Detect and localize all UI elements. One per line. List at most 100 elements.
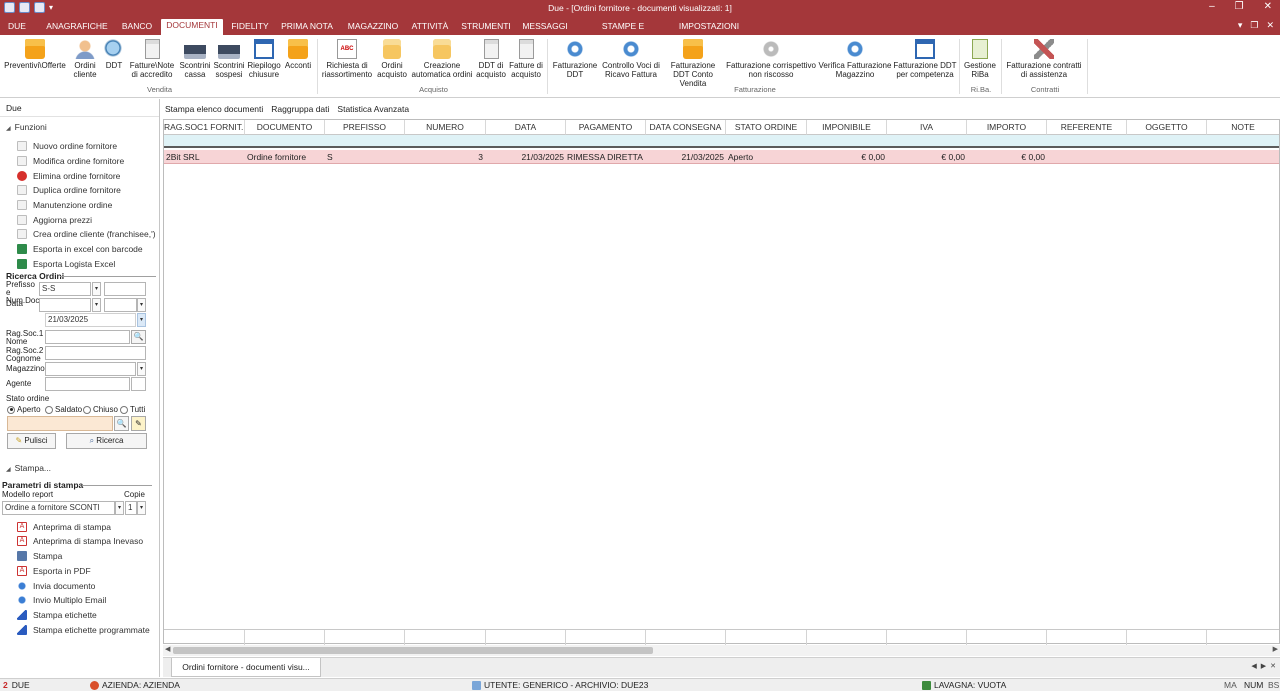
controllo-voci-ricavo-button[interactable]: Controllo Voci di Ricavo Fattura: [600, 39, 662, 79]
stampa-section[interactable]: ◢ Stampa...: [6, 463, 51, 473]
gestione-riba-button[interactable]: Gestione RiBa: [962, 39, 998, 79]
search-icon[interactable]: 🔍: [131, 330, 146, 344]
tab-attivita[interactable]: ATTIVITÀ: [410, 20, 450, 35]
table-row[interactable]: 2Bit SRL Ordine fornitore S 3 21/03/2025…: [164, 150, 1279, 164]
column-header[interactable]: DOCUMENTO: [245, 120, 325, 135]
prefisso-input[interactable]: S-S: [39, 282, 91, 296]
column-header[interactable]: REFERENTE: [1047, 120, 1127, 135]
tab-magazzino[interactable]: MAGAZZINO: [344, 20, 402, 35]
stampa-elenco-documenti-button[interactable]: Stampa elenco documenti: [165, 104, 263, 114]
column-header[interactable]: IVA: [887, 120, 967, 135]
aggiorna-prezzi-link[interactable]: Aggiorna prezzi: [17, 213, 92, 226]
preventivi-offerte-button[interactable]: Preventivi\Offerte: [2, 39, 68, 70]
mdi-restore-icon[interactable]: ❐: [1250, 20, 1258, 31]
column-header[interactable]: PAGAMENTO: [566, 120, 646, 135]
magazzino-dropdown-icon[interactable]: ▾: [137, 362, 146, 376]
column-header[interactable]: RAG.SOC1 FORNIT...: [164, 120, 245, 135]
stampa-link[interactable]: Stampa: [17, 549, 62, 562]
tab-impostazioni[interactable]: IMPOSTAZIONI: [676, 20, 742, 35]
data-from-input[interactable]: [39, 298, 91, 312]
ribbon-minimize-icon[interactable]: ▾: [1238, 20, 1243, 31]
data-to-input[interactable]: [104, 298, 137, 312]
scrollbar-thumb[interactable]: [173, 647, 653, 654]
acconti-button[interactable]: Acconti: [283, 39, 313, 70]
quick-search-input[interactable]: [7, 416, 113, 431]
crea-ordine-cliente-link[interactable]: Crea ordine cliente (franchisee,'): [17, 227, 156, 240]
prefisso-dropdown-icon[interactable]: ▾: [92, 282, 101, 296]
copie-select[interactable]: 1: [125, 501, 137, 515]
fatturazione-ddt-conto-vendita-button[interactable]: Fatturazione DDT Conto Vendita: [662, 39, 724, 88]
agente-code-input[interactable]: [131, 377, 146, 391]
data-value-input[interactable]: 21/03/2025: [45, 313, 136, 327]
stampa-etichette-link[interactable]: Stampa etichette: [17, 608, 97, 621]
anteprima-stampa-inevaso-link[interactable]: A Anteprima di stampa Inevaso: [17, 534, 143, 547]
stato-chiuso-radio[interactable]: Chiuso: [83, 405, 118, 414]
manutenzione-ordine-link[interactable]: Manutenzione ordine: [17, 198, 112, 211]
tab-prima-nota[interactable]: PRIMA NOTA: [281, 20, 333, 35]
riepilogo-chiusure-button[interactable]: Riepilogo chiusure: [246, 39, 282, 79]
richiesta-riassortimento-button[interactable]: ABC Richiesta di riassortimento: [320, 39, 374, 79]
calendar-dropdown-icon[interactable]: ▾: [137, 313, 146, 327]
ragsoc2-input[interactable]: [45, 346, 146, 360]
nuovo-ordine-fornitore-link[interactable]: Nuovo ordine fornitore: [17, 139, 117, 152]
modello-report-select[interactable]: Ordine a fornitore SCONTI: [2, 501, 115, 515]
ddt-button[interactable]: DDT: [102, 39, 126, 70]
funzioni-section[interactable]: ◢ Funzioni: [6, 122, 47, 132]
modifica-ordine-fornitore-link[interactable]: Modifica ordine fornitore: [17, 154, 124, 167]
ricerca-button[interactable]: ⌕ Ricerca: [66, 433, 147, 449]
scroll-right-icon[interactable]: ▶: [1273, 645, 1278, 653]
column-header[interactable]: IMPONIBILE: [807, 120, 887, 135]
fatturazione-ddt-button[interactable]: Fatturazione DDT: [551, 39, 599, 79]
tab-prev-icon[interactable]: ◀: [1251, 662, 1256, 670]
tab-ordini-fornitore[interactable]: Ordini fornitore - documenti visu...: [171, 658, 321, 677]
column-header[interactable]: DATA: [486, 120, 566, 135]
column-header[interactable]: NUMERO: [405, 120, 486, 135]
data-from-dropdown-icon[interactable]: ▾: [92, 298, 101, 312]
collapse-icon[interactable]: ◢: [6, 467, 11, 473]
horizontal-scrollbar[interactable]: ◀ ▶: [163, 645, 1280, 656]
invio-multiplo-email-link[interactable]: Invio Multiplo Email: [17, 593, 106, 606]
tab-due[interactable]: DUE: [4, 20, 30, 35]
tab-next-icon[interactable]: ▶: [1261, 662, 1266, 670]
creazione-automatica-ordini-button[interactable]: Creazione automatica ordini: [410, 39, 474, 79]
anteprima-stampa-link[interactable]: A Anteprima di stampa: [17, 520, 111, 533]
mdi-close-icon[interactable]: ✕: [1266, 20, 1274, 31]
minimize-icon[interactable]: –: [1209, 1, 1215, 12]
tab-documenti[interactable]: DOCUMENTI: [161, 19, 223, 35]
column-header[interactable]: STATO ORDINE: [726, 120, 807, 135]
column-header[interactable]: PREFISSO: [325, 120, 405, 135]
elimina-ordine-fornitore-link[interactable]: Elimina ordine fornitore: [17, 169, 120, 182]
tab-anagrafiche[interactable]: ANAGRAFICHE: [44, 20, 110, 35]
stampa-etichette-programmate-link[interactable]: Stampa etichette programmate: [17, 623, 150, 636]
raggruppa-dati-button[interactable]: Raggruppa dati: [271, 104, 329, 114]
esporta-excel-barcode-link[interactable]: Esporta in excel con barcode: [17, 242, 143, 255]
esporta-logista-excel-link[interactable]: Esporta Logista Excel: [17, 257, 115, 270]
magazzino-select[interactable]: [45, 362, 136, 376]
verifica-fatturazione-magazzino-button[interactable]: Verifica Fatturazione Magazzino: [818, 39, 892, 79]
tab-banco[interactable]: BANCO: [118, 20, 156, 35]
stato-tutti-radio[interactable]: Tutti: [120, 405, 145, 414]
close-icon[interactable]: ✕: [1264, 1, 1272, 12]
invia-documento-link[interactable]: Invia documento: [17, 579, 95, 592]
tab-strumenti[interactable]: STRUMENTI: [459, 20, 513, 35]
tab-stampe-e-statistiche[interactable]: STAMPE E STATISTICHE: [578, 20, 668, 44]
pulisci-button[interactable]: ✎ Pulisci: [7, 433, 56, 449]
fatture-note-button[interactable]: Fatture\Note di accredito: [128, 39, 176, 79]
ddt-di-acquisto-button[interactable]: DDT di acquisto: [474, 39, 508, 79]
stato-aperto-radio[interactable]: Aperto: [7, 405, 41, 414]
search-icon[interactable]: 🔍: [114, 416, 129, 431]
tab-close-icon[interactable]: ✕: [1270, 662, 1276, 670]
tab-messaggi[interactable]: MESSAGGI: [520, 20, 570, 35]
scroll-left-icon[interactable]: ◀: [165, 645, 170, 653]
ragsoc1-input[interactable]: [45, 330, 130, 344]
column-header[interactable]: DATA CONSEGNA: [646, 120, 726, 135]
fatturazione-corrispettivo-button[interactable]: Fatturazione corrispettivo non riscosso: [725, 39, 817, 79]
column-header[interactable]: IMPORTO: [967, 120, 1047, 135]
esporta-pdf-link[interactable]: A Esporta in PDF: [17, 564, 91, 577]
copie-dropdown-icon[interactable]: ▾: [137, 501, 146, 515]
column-header[interactable]: OGGETTO: [1127, 120, 1207, 135]
column-header[interactable]: NOTE: [1207, 120, 1279, 135]
duplica-ordine-fornitore-link[interactable]: Duplica ordine fornitore: [17, 183, 121, 196]
restore-icon[interactable]: ❐: [1235, 1, 1244, 12]
scontrini-sospesi-button[interactable]: Scontrini sospesi: [212, 39, 246, 79]
